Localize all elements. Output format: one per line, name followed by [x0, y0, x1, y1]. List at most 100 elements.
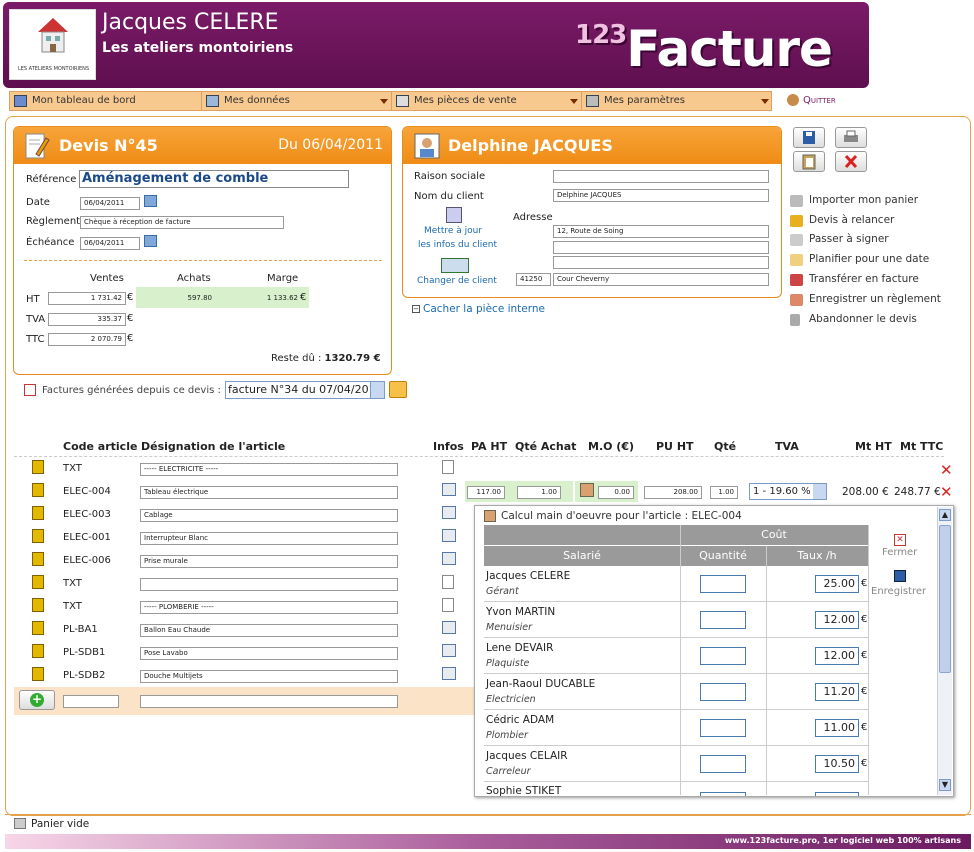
- move-icon[interactable]: [32, 506, 44, 520]
- action-payment[interactable]: Enregistrer un règlement: [790, 293, 941, 306]
- rate-input[interactable]: 11.00: [815, 719, 859, 737]
- postcode-input[interactable]: 41250: [516, 273, 551, 286]
- move-icon[interactable]: [32, 598, 44, 612]
- quantity-input[interactable]: [700, 575, 746, 593]
- close-button[interactable]: Fermer: [882, 547, 917, 558]
- rate-input[interactable]: 25.00: [815, 575, 859, 593]
- menu-settings[interactable]: Mes paramètres: [582, 92, 772, 110]
- menu-my-data[interactable]: Mes données: [202, 92, 392, 110]
- action-to-sign[interactable]: Passer à signer: [790, 233, 889, 246]
- row-designation[interactable]: Tableau électrique: [140, 486, 398, 499]
- document-icon[interactable]: [442, 598, 454, 612]
- scroll-up-icon[interactable]: ▲: [939, 509, 951, 521]
- row-designation[interactable]: ----- PLOMBERIE -----: [140, 601, 398, 614]
- quantity-input[interactable]: [700, 719, 746, 737]
- row-designation[interactable]: Ballon Eau Chaude: [140, 624, 398, 637]
- rate-input[interactable]: 11.20: [815, 683, 859, 701]
- save-popup-button[interactable]: Enregistrer: [871, 586, 926, 597]
- row-tva-select[interactable]: 1 - 19.60 %: [749, 483, 827, 500]
- action-abandon[interactable]: Abandonner le devis: [790, 313, 917, 326]
- cart-status[interactable]: Panier vide: [31, 818, 89, 830]
- move-icon[interactable]: [32, 483, 44, 497]
- edit-icon[interactable]: [442, 483, 456, 496]
- row-designation[interactable]: ----- ELECTRICITE -----: [140, 463, 398, 476]
- quantity-input[interactable]: [700, 647, 746, 665]
- echeance-input[interactable]: 06/04/2011: [80, 237, 140, 250]
- rate-input[interactable]: 10.50: [815, 755, 859, 773]
- row-mo[interactable]: 0.00: [598, 486, 634, 499]
- edit-icon[interactable]: [442, 506, 456, 519]
- action-import-cart[interactable]: Importer mon panier: [790, 194, 918, 207]
- change-client-icon[interactable]: [441, 258, 469, 273]
- action-relaunch[interactable]: Devis à relancer: [790, 214, 894, 227]
- raison-input[interactable]: [553, 170, 769, 183]
- document-icon[interactable]: [442, 460, 454, 474]
- row-pa-ht[interactable]: 117.00: [467, 486, 505, 499]
- paste-button[interactable]: [793, 151, 825, 172]
- quantity-input[interactable]: [700, 611, 746, 629]
- edit-icon[interactable]: [442, 644, 456, 657]
- address-line-3[interactable]: [553, 256, 769, 269]
- menu-dashboard[interactable]: Mon tableau de bord: [10, 92, 202, 110]
- popup-scrollbar[interactable]: ▲ ▼: [937, 507, 952, 795]
- row-designation[interactable]: Douche Multijets: [140, 670, 398, 683]
- factures-select[interactable]: facture N°34 du 07/04/2011: [225, 381, 385, 399]
- update-client-link-2[interactable]: les infos du client: [418, 240, 497, 250]
- row-qte[interactable]: 1.00: [710, 486, 738, 499]
- calendar-icon[interactable]: [144, 235, 157, 247]
- city-input[interactable]: Cour Cheverny: [553, 273, 769, 286]
- nom-input[interactable]: Delphine JACQUES: [553, 189, 769, 202]
- delete-row-icon[interactable]: ✕: [940, 483, 953, 501]
- print-button[interactable]: [835, 127, 867, 148]
- reglement-input[interactable]: Chèque à réception de facture: [80, 216, 284, 229]
- date-input[interactable]: 06/04/2011: [80, 197, 140, 210]
- move-icon[interactable]: [32, 460, 44, 474]
- quantity-input[interactable]: [700, 683, 746, 701]
- close-icon[interactable]: ✕: [894, 534, 906, 546]
- row-designation[interactable]: Prise murale: [140, 555, 398, 568]
- reference-input[interactable]: Aménagement de comble: [79, 170, 349, 188]
- row-designation[interactable]: Cablage: [140, 509, 398, 522]
- user-update-icon[interactable]: [446, 207, 462, 223]
- quantity-input[interactable]: [700, 792, 746, 796]
- rate-input[interactable]: 12.00: [815, 647, 859, 665]
- row-designation[interactable]: [140, 578, 398, 591]
- action-schedule[interactable]: Planifier pour une date: [790, 253, 929, 266]
- scroll-thumb[interactable]: [939, 525, 951, 673]
- move-icon[interactable]: [32, 644, 44, 658]
- delete-button[interactable]: [835, 151, 867, 172]
- edit-icon[interactable]: [442, 621, 456, 634]
- workers-icon[interactable]: [580, 483, 594, 497]
- edit-icon[interactable]: [442, 552, 456, 565]
- edit-icon[interactable]: [442, 529, 456, 542]
- add-row-button[interactable]: +: [19, 690, 55, 710]
- move-icon[interactable]: [32, 529, 44, 543]
- change-client-link[interactable]: Changer de client: [417, 276, 497, 286]
- row-designation[interactable]: Interrupteur Blanc: [140, 532, 398, 545]
- delete-row-icon[interactable]: ✕: [940, 461, 953, 479]
- save-button[interactable]: [793, 127, 825, 148]
- scroll-down-icon[interactable]: ▼: [939, 779, 951, 791]
- document-icon[interactable]: [442, 575, 454, 589]
- new-code-input[interactable]: [63, 695, 119, 708]
- edit-icon[interactable]: [442, 667, 456, 680]
- move-icon[interactable]: [32, 667, 44, 681]
- menu-sales-docs[interactable]: Mes pièces de vente: [392, 92, 582, 110]
- rate-input[interactable]: [815, 792, 859, 796]
- new-designation-input[interactable]: [140, 695, 398, 708]
- move-icon[interactable]: [32, 621, 44, 635]
- rate-input[interactable]: 12.00: [815, 611, 859, 629]
- row-pu-ht[interactable]: 208.00: [644, 486, 702, 499]
- move-icon[interactable]: [32, 552, 44, 566]
- calendar-icon[interactable]: [144, 195, 157, 207]
- row-designation[interactable]: Pose Lavabo: [140, 647, 398, 660]
- hide-internal-link[interactable]: Cacher la pièce interne: [423, 303, 545, 315]
- collapse-icon[interactable]: −: [412, 305, 420, 313]
- address-line-1[interactable]: 12, Route de Soing: [553, 225, 769, 238]
- action-transfer-invoice[interactable]: Transférer en facture: [790, 273, 919, 286]
- move-icon[interactable]: [32, 575, 44, 589]
- address-line-2[interactable]: [553, 241, 769, 254]
- save-icon[interactable]: [894, 570, 906, 582]
- go-arrow-button[interactable]: [389, 381, 407, 398]
- row-qte-achat[interactable]: 1.00: [517, 486, 561, 499]
